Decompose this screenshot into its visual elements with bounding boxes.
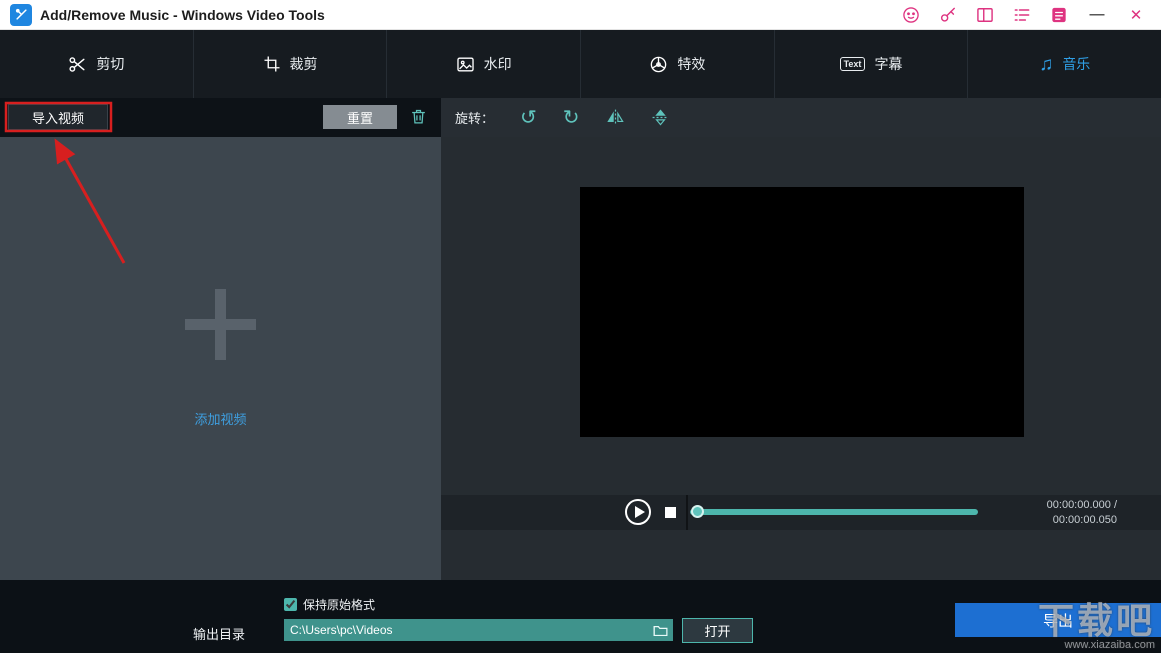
key-icon[interactable] <box>938 5 958 25</box>
tab-crop[interactable]: 裁剪 <box>194 30 388 98</box>
add-video-dropzone[interactable]: 添加视频 <box>0 137 441 580</box>
delete-icon[interactable] <box>409 107 428 126</box>
tab-label: 特效 <box>677 54 705 74</box>
export-button[interactable]: 导出 <box>955 603 1161 637</box>
rotate-cw-icon[interactable]: ↻ <box>563 108 580 128</box>
close-button[interactable]: ✕ <box>1125 6 1147 24</box>
video-preview <box>580 187 1024 437</box>
tab-label: 裁剪 <box>290 54 318 74</box>
tab-watermark[interactable]: 水印 <box>387 30 581 98</box>
flip-vertical-icon[interactable] <box>651 108 670 127</box>
scissors-icon <box>68 55 87 74</box>
subtitle-icon: Text <box>840 57 866 71</box>
tab-label: 字幕 <box>874 54 902 74</box>
divider <box>686 495 688 530</box>
rotate-label: 旋转： <box>455 108 494 127</box>
stop-button[interactable] <box>665 507 676 518</box>
music-icon: ♫ <box>1039 55 1053 74</box>
titlebar: Add/Remove Music - Windows Video Tools —… <box>0 0 1161 30</box>
tab-label: 音乐 <box>1062 54 1090 74</box>
output-bar: 输出目录 保持原始格式 打开 导出 <box>0 580 1161 653</box>
media-list-panel: 导入视频 重置 添加视频 <box>0 98 441 580</box>
effects-icon <box>649 55 668 74</box>
main-toolbar: 剪切 裁剪 水印 特效 Text 字幕 ♫ 音 <box>0 30 1161 98</box>
window-title: Add/Remove Music - Windows Video Tools <box>40 7 325 23</box>
watermark-icon <box>456 55 475 74</box>
seek-slider[interactable] <box>690 509 978 515</box>
notes-icon[interactable] <box>1049 5 1069 25</box>
crop-icon <box>263 55 281 73</box>
support-icon[interactable] <box>901 5 921 25</box>
keep-format-label: 保持原始格式 <box>303 596 375 613</box>
layout-icon[interactable] <box>975 5 995 25</box>
seek-thumb[interactable] <box>691 505 704 518</box>
keep-format-option[interactable]: 保持原始格式 <box>284 596 375 613</box>
add-video-label: 添加视频 <box>0 409 441 428</box>
folder-icon[interactable] <box>652 622 673 639</box>
app-window: Add/Remove Music - Windows Video Tools —… <box>0 0 1161 653</box>
tab-label: 剪切 <box>96 54 124 74</box>
titlebar-actions: — ✕ <box>901 5 1151 25</box>
app-logo-icon <box>10 4 32 26</box>
time-total: 00:00:00.050 <box>1047 513 1117 528</box>
playlist-icon[interactable] <box>1012 5 1032 25</box>
reset-button[interactable]: 重置 <box>323 105 397 129</box>
keep-format-checkbox[interactable] <box>284 598 297 611</box>
tab-effects[interactable]: 特效 <box>581 30 775 98</box>
flip-horizontal-icon[interactable] <box>606 108 625 127</box>
preview-panel: 旋转： ↺ ↻ 00:00:00.000 / 00:00:00.050 <box>441 98 1161 580</box>
playback-controls: 00:00:00.000 / 00:00:00.050 <box>441 495 1161 530</box>
rotate-ccw-icon[interactable]: ↺ <box>520 108 537 128</box>
tab-cut[interactable]: 剪切 <box>0 30 194 98</box>
time-elapsed: 00:00:00.000 / <box>1047 498 1117 513</box>
minimize-button[interactable]: — <box>1086 6 1108 23</box>
text-badge: Text <box>840 57 866 71</box>
tab-subtitle[interactable]: Text 字幕 <box>775 30 969 98</box>
time-display: 00:00:00.000 / 00:00:00.050 <box>1047 498 1117 528</box>
tab-music[interactable]: ♫ 音乐 <box>968 30 1161 98</box>
media-list-header: 导入视频 重置 <box>0 98 441 137</box>
play-button[interactable] <box>625 499 651 525</box>
import-video-button[interactable]: 导入视频 <box>8 104 108 130</box>
tab-label: 水印 <box>484 54 512 74</box>
output-path-input[interactable] <box>284 623 652 637</box>
output-path-field <box>284 619 673 641</box>
plus-icon <box>185 289 256 360</box>
output-dir-label: 输出目录 <box>193 624 245 643</box>
rotate-toolbar: 旋转： ↺ ↻ <box>441 98 1161 137</box>
open-folder-button[interactable]: 打开 <box>682 618 753 643</box>
